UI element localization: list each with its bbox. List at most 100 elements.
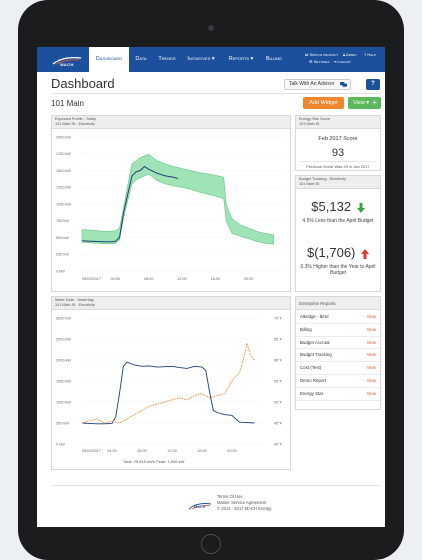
y-tick-label: 2000 kW [56,358,71,362]
y-tick-label: 500 kW [56,236,69,240]
switch-product-icon: ⇄ [305,52,309,57]
report-row: Demo Report View [296,375,380,388]
logout-link[interactable]: ⇥ Logout [333,59,351,64]
add-widget-button[interactable]: Add Widget [303,97,344,109]
budget-amount-month: $5,132 [296,199,380,214]
tab-reports[interactable]: Reports ▾ [221,47,261,72]
y-tick-label: 1500 kW [56,379,71,383]
msa-link[interactable]: Master Service Agreement [217,500,272,506]
report-view-link[interactable]: View [367,337,376,349]
report-view-link[interactable]: View [367,324,376,336]
report-label: Budget Accrual [300,339,330,345]
report-row: Energy Star View [296,388,380,401]
enterprise-reports-panel: Enterprise Reports Alkridge - $/ref View B… [295,296,381,410]
talk-advisor-label: Talk With An Advisor [289,81,335,87]
budget-tracking-panel: Budget Tracking - Electricity 101 Main S… [295,175,381,292]
arrow-up-icon [361,248,370,259]
temperature-line [81,341,255,424]
report-label: Cost (Test) [300,365,322,371]
help-button[interactable]: ? [366,79,380,90]
expected-range-band [81,154,274,245]
admin-link[interactable]: 🔒︎ Admin [343,52,356,57]
budget-amount-month-value: $5,132 [311,199,352,214]
energy-star-panel: Energy Star Score 101 Main St Feb 2017 S… [295,115,381,171]
y-tick-label: 1000 kW [56,202,71,206]
report-view-link[interactable]: View [367,362,376,374]
energy-star-previous: Previous Score Was 93 in Jan 2017 [306,164,370,169]
y2-tick-label: 60°F [274,358,283,362]
footer-logo-text: MACH [194,505,206,509]
budget-desc-ytd: 0.3% Higher than the Year to April Budge… [300,264,376,276]
footer-logo: MACH [187,497,213,511]
tab-dashboard[interactable]: Dashboard [89,47,129,72]
y-tick-label: 2000 kW [56,135,71,139]
report-label: Energy Star [300,390,324,396]
y-tick-label: 1000 kW [56,400,71,404]
budget-tracking-subtitle: 101 Main St [299,182,320,186]
x-tick-label: 20:00 [227,449,237,453]
mach-logo-text: MACH [60,62,74,67]
meter-data-subtitle: 101 Main St - Electricity [55,303,95,307]
expected-profile-subtitle: 101 Main St - Electricity [55,122,95,126]
meter-data-chart: 3000 kW 2500 kW 2000 kW 1500 kW 1000 kW 500 k… [56,316,283,453]
tablet-frame: MACH Dashboard Data Trends Initiatives ▾… [18,0,404,560]
expected-profile-header: Expected Profile - Today 101 Main St - E… [52,116,290,129]
budget-amount-ytd-value: $(1,706) [306,245,356,260]
expected-profile-panel: Expected Profile - Today 101 Main St - E… [51,115,291,292]
x-tick-label: 05/02/2017 [82,449,101,453]
y2-tick-label: 50°F [274,400,283,404]
y-tick-label: 0 kW [56,442,65,446]
tab-trends[interactable]: Trends [153,47,181,72]
y2-tick-label: 70°F [274,316,283,320]
report-label: Alkridge - $/ref [300,314,329,319]
x-tick-label: 20:00 [244,277,254,281]
x-tick-label: 08:00 [137,449,147,453]
report-view-link[interactable]: View [367,375,376,387]
report-view-link[interactable]: View [367,349,376,361]
x-tick-label: 05/03/2017 [82,277,101,281]
tab-data[interactable]: Data [129,47,153,72]
report-row: Alkridge - $/ref View [296,311,380,324]
x-tick-label: 16:00 [211,277,221,281]
meter-data-panel: Meter Data - Yesterday 101 Main St - Ele… [51,296,291,470]
x-tick-label: 04:00 [111,277,121,281]
x-tick-label: 12:00 [177,277,187,281]
mach-logo[interactable]: MACH [51,53,83,69]
energy-star-divider [300,161,376,162]
y-tick-label: 0 kW [56,269,65,273]
footer-links: Terms Of Use Master Service Agreement © … [217,494,272,511]
tab-billing[interactable]: Billing [261,47,287,72]
enterprise-reports-header: Enterprise Reports [296,297,380,310]
report-label: Demo Report [300,378,327,383]
meter-data-totals: Total: 29,815 kWh Peak: 1,946 kW [123,459,185,464]
tab-initiatives[interactable]: Initiatives ▾ [181,47,221,72]
top-nav: MACH Dashboard Data Trends Initiatives ▾… [37,47,385,72]
report-view-link[interactable]: View [367,311,376,323]
admin-label: Admin [346,52,357,57]
header-divider [51,93,381,94]
plus-icon[interactable]: + [372,97,377,109]
y2-tick-label: 40°F [274,442,283,446]
y-tick-label: 750 kW [56,219,69,223]
site-name: 101 Main [51,99,84,108]
talk-advisor-button[interactable]: Talk With An Advisor [284,79,351,90]
settings-label: Settings [313,59,330,64]
arrow-down-icon [356,202,365,213]
switch-product-link[interactable]: ⇄ Switch product [305,52,338,57]
energy-star-subtitle: 101 Main St [299,122,320,126]
logout-label: Logout [337,59,351,64]
home-button[interactable] [201,534,221,554]
lock-icon: 🔒︎ [343,52,346,57]
y2-tick-label: 45°F [274,421,283,425]
x-tick-label: 04:00 [107,449,117,453]
y-tick-label: 1750 kW [56,152,71,156]
switch-product-label: Switch product [309,52,338,57]
y-tick-label: 500 kW [56,421,69,425]
settings-link[interactable]: ⚙︎ Settings [309,59,329,64]
budget-tracking-header: Budget Tracking - Electricity 101 Main S… [296,176,380,189]
report-view-link[interactable]: View [367,388,376,400]
app-screen: MACH Dashboard Data Trends Initiatives ▾… [37,47,385,527]
help-link[interactable]: ? Help [364,52,376,57]
help-icon: ? [364,52,367,57]
view-dropdown-button[interactable]: View ▾ + [348,97,381,109]
